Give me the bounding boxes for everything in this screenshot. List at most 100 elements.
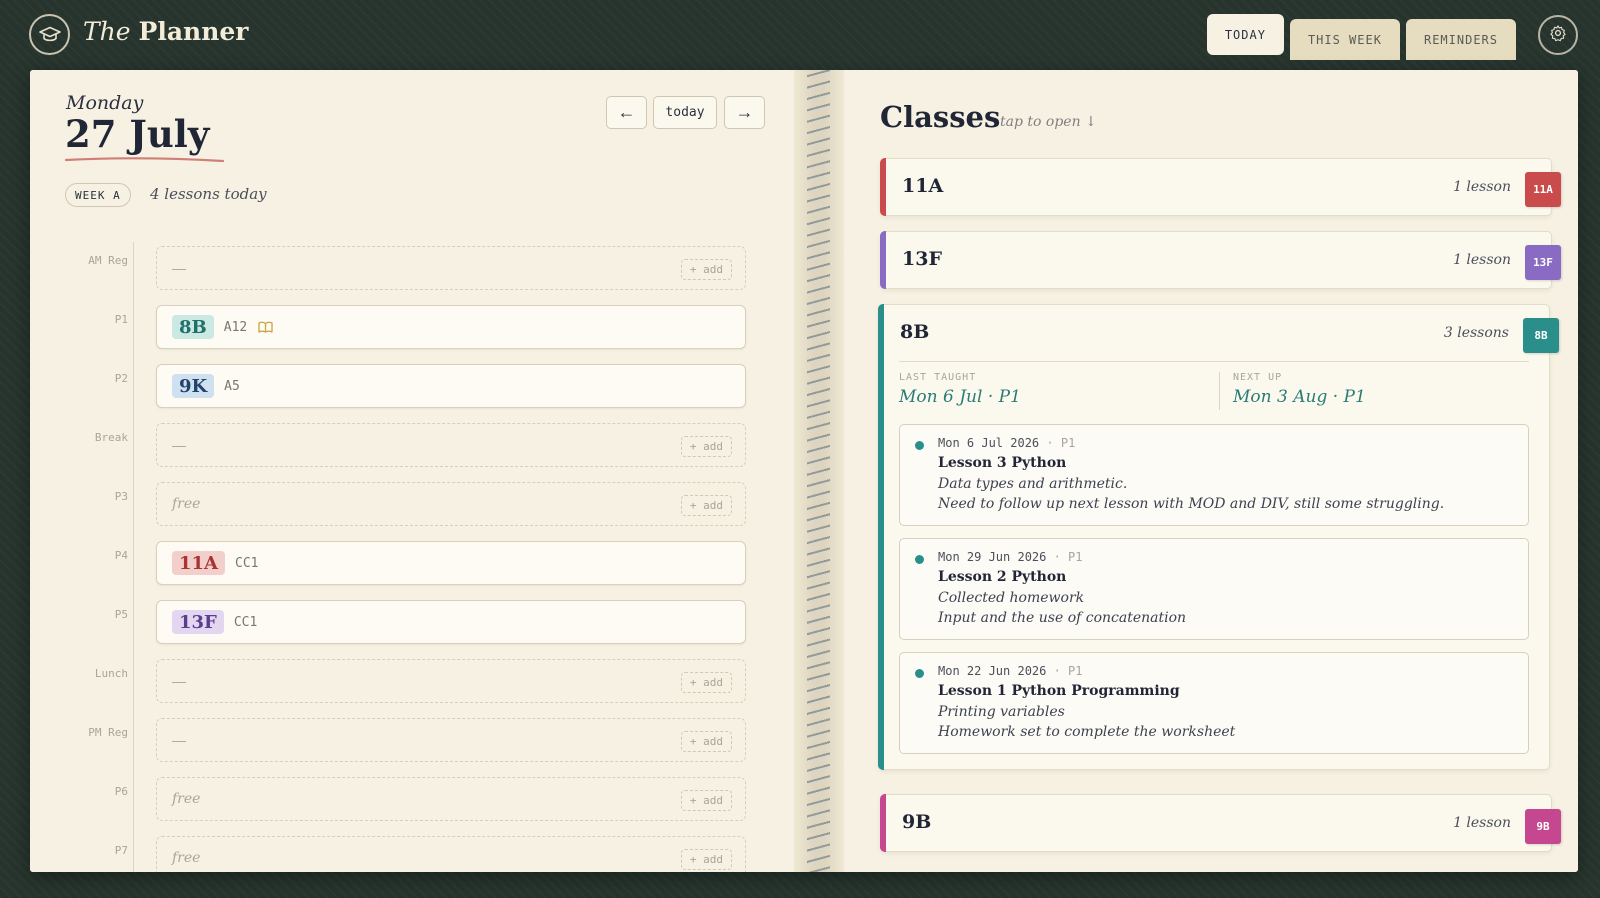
settings-button[interactable] [1538,15,1578,55]
day-page: Monday 27 July ← today → WEEK A 4 lesson… [30,70,794,872]
date-heading: 27 July [65,112,210,156]
period-p1: P1 8B A12 [70,305,780,349]
class-name: 11A [902,175,944,197]
class-tab-11a[interactable]: 11A [1525,172,1561,207]
add-button[interactable]: + add [680,672,732,693]
period-slot[interactable]: — + add [156,659,746,703]
period-label: PM Reg [88,726,128,739]
room-label: CC1 [233,614,258,630]
period-label: P2 [114,372,128,385]
lesson-note: Input and the use of concatenation [938,610,1187,626]
lesson-count: 1 lesson [1453,815,1511,831]
lesson-slot[interactable]: 9K A5 [156,364,746,408]
lesson-title: Lesson 1 Python Programming [938,683,1180,699]
lesson-slot[interactable]: 8B A12 [156,305,746,349]
period-label: P4 [114,549,128,562]
period-slot[interactable]: — + add [156,246,746,290]
prev-day-button[interactable]: ← [606,96,647,129]
class-chip: 9K [172,374,215,398]
slot-empty-text: — [172,673,186,689]
tab-this-week[interactable]: THIS WEEK [1289,19,1400,60]
add-button[interactable]: + add [680,495,732,516]
top-bar: The Planner TODAY THIS WEEK REMINDERS [0,0,1600,70]
week-badge: WEEK A [65,183,131,207]
period-p6: P6 free + add [70,777,780,821]
classes-heading: Classes [880,100,1001,134]
period-am-reg: AM Reg — + add [70,246,780,290]
last-taught: LAST TAUGHT Mon 6 Jul · P1 [899,372,1021,407]
period-break: Break — + add [70,423,780,467]
tap-hint: tap to open ↓ [1000,114,1097,130]
lesson-slot[interactable]: 11A CC1 [156,541,746,585]
class-tab-13f[interactable]: 13F [1525,245,1561,280]
period-label: P1 [114,313,128,326]
today-button[interactable]: today [653,96,717,129]
period-slot[interactable]: — + add [156,423,746,467]
room-label: A5 [224,378,240,394]
class-chip: 11A [172,551,226,575]
class-tab-9b[interactable]: 9B [1525,809,1561,844]
lesson-count: 1 lesson [1453,179,1511,195]
tab-reminders[interactable]: REMINDERS [1405,19,1516,60]
lesson-date: Mon 22 Jun 2026 · P1 [938,664,1083,678]
weekday-label: Monday [66,92,144,114]
lesson-note: Homework set to complete the worksheet [938,724,1236,740]
app-title: The Planner [83,17,249,46]
class-tab-8b[interactable]: 8B [1523,318,1559,353]
slot-empty-text: — [172,437,186,453]
status-dot [915,555,924,564]
period-label: Break [94,431,128,444]
add-button[interactable]: + add [680,790,732,811]
next-up: NEXT UP Mon 3 Aug · P1 [1233,372,1366,407]
lesson-note: Collected homework [938,590,1085,606]
add-button[interactable]: + add [680,849,732,870]
slot-empty-text: — [172,732,186,748]
arrow-right-icon: → [735,102,754,122]
slot-empty-text: — [172,260,186,276]
spiral-binding [794,70,844,872]
add-button[interactable]: + add [680,436,732,457]
add-button[interactable]: + add [680,731,732,752]
period-label: P7 [114,844,128,857]
lesson-note: Printing variables [938,704,1065,720]
arrow-left-icon: ← [617,102,636,122]
slot-free-text: free [172,496,201,512]
period-slot[interactable]: free + add [156,836,746,872]
period-lunch: Lunch — + add [70,659,780,703]
lesson-date: Mon 6 Jul 2026 · P1 [938,436,1076,450]
room-label: CC1 [235,555,259,571]
add-button[interactable]: + add [680,259,732,280]
period-label: P6 [114,785,128,798]
graduation-cap-icon[interactable] [29,14,70,55]
class-chip: 13F [172,610,224,634]
lesson-slot[interactable]: 13F CC1 [156,600,746,644]
class-card-8b[interactable]: 8B 3 lessons LAST TAUGHT Mon 6 Jul · P1 … [878,304,1550,770]
slot-free-text: free [172,791,201,807]
tab-today[interactable]: TODAY [1206,14,1284,55]
classes-page: Classes tap to open ↓ 11A 1 lesson 11A 1… [844,70,1578,872]
lesson-date: Mon 29 Jun 2026 · P1 [938,550,1083,564]
next-day-button[interactable]: → [724,96,765,129]
period-slot[interactable]: — + add [156,718,746,762]
lesson-entry[interactable]: Mon 6 Jul 2026 · P1 Lesson 3 Python Data… [899,424,1529,526]
lesson-entry[interactable]: Mon 29 Jun 2026 · P1 Lesson 2 Python Col… [899,538,1529,640]
lesson-count: 1 lesson [1453,252,1511,268]
period-label: P3 [114,490,128,503]
lesson-title: Lesson 2 Python [938,569,1067,585]
status-dot [915,441,924,450]
lesson-title: Lesson 3 Python [938,455,1067,471]
class-name: 8B [900,321,930,343]
class-chip: 8B [172,315,214,339]
class-card-9b[interactable]: 9B 1 lesson [880,794,1552,852]
lesson-entry[interactable]: Mon 22 Jun 2026 · P1 Lesson 1 Python Pro… [899,652,1529,754]
period-p5: P5 13F CC1 [70,600,780,644]
period-slot[interactable]: free + add [156,482,746,526]
period-slot[interactable]: free + add [156,777,746,821]
period-p7: P7 free + add [70,836,780,872]
period-p3: P3 free + add [70,482,780,526]
class-card-13f[interactable]: 13F 1 lesson [880,231,1552,289]
class-card-11a[interactable]: 11A 1 lesson [880,158,1552,216]
period-p2: P2 9K A5 [70,364,780,408]
planner-book: Monday 27 July ← today → WEEK A 4 lesson… [30,70,1578,872]
slot-free-text: free [172,850,201,866]
